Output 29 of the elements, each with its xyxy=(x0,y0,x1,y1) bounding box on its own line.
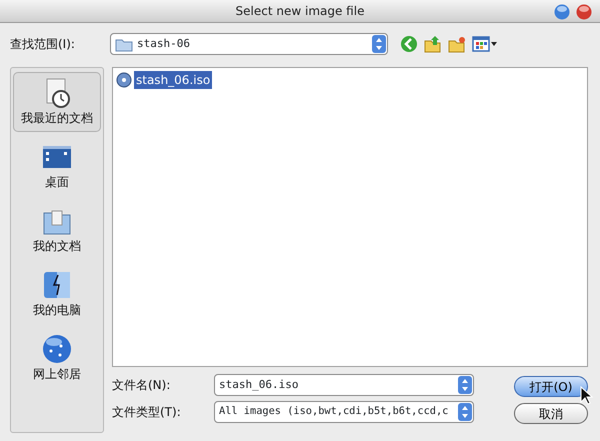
file-name-label: 文件名(N): xyxy=(112,377,172,394)
back-icon[interactable] xyxy=(400,35,418,53)
open-button[interactable]: 打开(O) xyxy=(514,376,588,397)
file-type-label: 文件类型(T): xyxy=(112,404,182,421)
up-folder-icon[interactable] xyxy=(424,35,442,53)
folder-icon xyxy=(115,36,133,52)
look-in-dropdown[interactable]: stash-06 xyxy=(110,33,388,55)
disc-icon xyxy=(116,72,132,88)
minimize-button[interactable] xyxy=(554,4,570,20)
look-in-label: 查找范围(I): xyxy=(10,36,76,53)
file-name-field[interactable]: stash_06.iso xyxy=(214,374,474,396)
places-item[interactable]: 我的文档 xyxy=(13,200,101,260)
new-folder-icon[interactable] xyxy=(448,35,466,53)
places-item[interactable]: 我的电脑 xyxy=(13,264,101,324)
up-down-arrows-icon[interactable] xyxy=(458,403,472,421)
mouse-cursor-icon xyxy=(580,386,594,406)
close-button[interactable] xyxy=(576,4,592,20)
places-item[interactable]: 网上邻居 xyxy=(13,328,101,388)
places-item[interactable]: 桌面 xyxy=(13,136,101,196)
up-down-arrows-icon[interactable] xyxy=(372,35,386,53)
cancel-button[interactable]: 取消 xyxy=(514,403,588,424)
computer-icon xyxy=(41,269,73,301)
up-down-arrows-icon[interactable] xyxy=(458,376,472,394)
places-item[interactable]: 我最近的文档 xyxy=(13,72,101,132)
file-item[interactable]: stash_06.iso xyxy=(134,71,212,89)
globe-icon xyxy=(41,333,73,365)
window-title: Select new image file xyxy=(236,3,364,20)
view-menu-icon[interactable] xyxy=(472,35,498,53)
file-type-dropdown[interactable]: All images (iso,bwt,cdi,b5t,b6t,ccd,c xyxy=(214,401,474,423)
